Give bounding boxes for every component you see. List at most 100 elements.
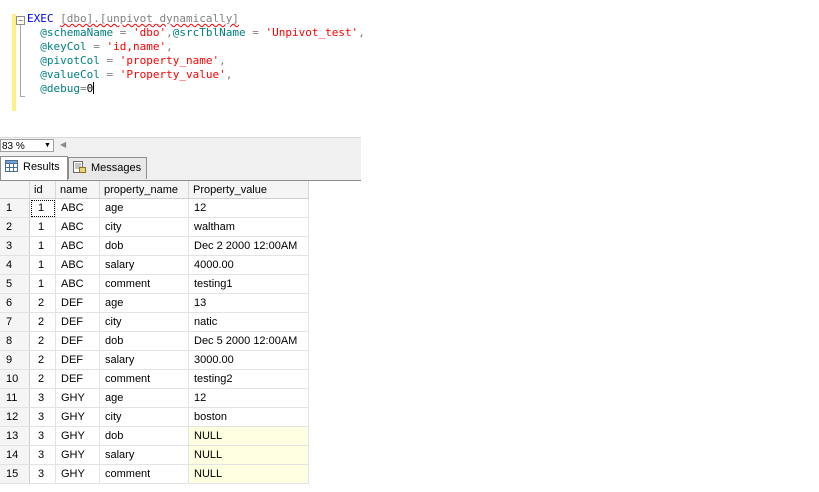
row-number-cell[interactable]: 8 [0, 331, 30, 351]
cell-name[interactable]: DEF [55, 312, 100, 332]
cell-property-name[interactable]: salary [99, 350, 189, 370]
cell-name[interactable]: GHY [55, 407, 100, 427]
table-row[interactable]: 7 2 DEF city natic [0, 312, 309, 332]
cell-property-name[interactable]: city [99, 217, 189, 237]
cell-name[interactable]: GHY [55, 445, 100, 465]
cell-id[interactable]: 1 [29, 255, 56, 275]
cell-name[interactable]: GHY [55, 388, 100, 408]
cell-property-value[interactable]: Dec 2 2000 12:00AM [188, 236, 309, 256]
cell-id[interactable]: 3 [29, 445, 56, 465]
cell-id[interactable]: 1 [29, 217, 56, 237]
cell-name[interactable]: ABC [55, 236, 100, 256]
cell-property-value[interactable]: waltham [188, 217, 309, 237]
table-row[interactable]: 10 2 DEF comment testing2 [0, 369, 309, 389]
cell-name[interactable]: GHY [55, 464, 100, 484]
cell-property-value[interactable]: testing1 [188, 274, 309, 294]
table-row[interactable]: 11 3 GHY age 12 [0, 388, 309, 408]
column-header-property-value[interactable]: Property_value [188, 181, 309, 199]
cell-name[interactable]: ABC [55, 255, 100, 275]
cell-id[interactable]: 3 [29, 407, 56, 427]
row-number-cell[interactable]: 15 [0, 464, 30, 484]
cell-property-name[interactable]: comment [99, 464, 189, 484]
cell-id[interactable]: 1 [29, 274, 56, 294]
table-row[interactable]: 14 3 GHY salary NULL [0, 445, 309, 465]
cell-id[interactable]: 3 [29, 388, 56, 408]
row-number-cell[interactable]: 5 [0, 274, 30, 294]
row-number-cell[interactable]: 13 [0, 426, 30, 446]
tab-results[interactable]: Results [0, 156, 68, 180]
cell-property-name[interactable]: age [99, 293, 189, 313]
cell-id[interactable]: 2 [29, 331, 56, 351]
cell-property-value[interactable]: natic [188, 312, 309, 332]
query-editor[interactable]: − EXEC [dbo].[unpivot_dynamically] @sche… [0, 0, 819, 137]
row-number-header[interactable] [0, 181, 30, 199]
cell-id[interactable]: 3 [29, 426, 56, 446]
cell-property-name[interactable]: dob [99, 236, 189, 256]
row-number-cell[interactable]: 12 [0, 407, 30, 427]
table-row[interactable]: 4 1 ABC salary 4000.00 [0, 255, 309, 275]
column-header-name[interactable]: name [55, 181, 100, 199]
cell-property-name[interactable]: age [99, 198, 189, 218]
cell-property-value[interactable]: 12 [188, 388, 309, 408]
row-number-cell[interactable]: 3 [0, 236, 30, 256]
table-row[interactable]: 1 1 ABC age 12 [0, 198, 309, 218]
cell-name[interactable]: DEF [55, 293, 100, 313]
cell-property-value[interactable]: NULL [188, 464, 309, 484]
cell-id[interactable]: 1 [29, 236, 56, 256]
cell-property-value[interactable]: 13 [188, 293, 309, 313]
cell-property-name[interactable]: salary [99, 445, 189, 465]
cell-property-name[interactable]: dob [99, 331, 189, 351]
collapse-toggle-icon[interactable]: − [16, 16, 25, 25]
cell-id[interactable]: 2 [29, 369, 56, 389]
table-row[interactable]: 5 1 ABC comment testing1 [0, 274, 309, 294]
cell-property-value[interactable]: NULL [188, 426, 309, 446]
cell-id[interactable]: 2 [29, 350, 56, 370]
table-row[interactable]: 9 2 DEF salary 3000.00 [0, 350, 309, 370]
tab-messages[interactable]: Messages [68, 157, 147, 179]
cell-id[interactable]: 1 [29, 198, 56, 218]
cell-property-value[interactable]: 4000.00 [188, 255, 309, 275]
cell-property-value[interactable]: NULL [188, 445, 309, 465]
row-number-cell[interactable]: 7 [0, 312, 30, 332]
cell-name[interactable]: GHY [55, 426, 100, 446]
column-header-property-name[interactable]: property_name [99, 181, 189, 199]
row-number-cell[interactable]: 2 [0, 217, 30, 237]
cell-property-value[interactable]: boston [188, 407, 309, 427]
cell-property-name[interactable]: comment [99, 369, 189, 389]
row-number-cell[interactable]: 6 [0, 293, 30, 313]
cell-property-value[interactable]: 12 [188, 198, 309, 218]
cell-name[interactable]: DEF [55, 331, 100, 351]
cell-name[interactable]: ABC [55, 274, 100, 294]
table-row[interactable]: 3 1 ABC dob Dec 2 2000 12:00AM [0, 236, 309, 256]
cell-name[interactable]: ABC [55, 198, 100, 218]
cell-property-name[interactable]: comment [99, 274, 189, 294]
row-number-cell[interactable]: 1 [0, 198, 30, 218]
cell-property-name[interactable]: city [99, 407, 189, 427]
sql-code[interactable]: EXEC [dbo].[unpivot_dynamically] @schema… [27, 12, 365, 96]
row-number-cell[interactable]: 14 [0, 445, 30, 465]
horizontal-scrollbar[interactable] [70, 141, 361, 150]
table-row[interactable]: 13 3 GHY dob NULL [0, 426, 309, 446]
table-row[interactable]: 2 1 ABC city waltham [0, 217, 309, 237]
cell-property-name[interactable]: age [99, 388, 189, 408]
dropdown-arrow-icon[interactable]: ▼ [44, 142, 51, 149]
row-number-cell[interactable]: 11 [0, 388, 30, 408]
cell-property-name[interactable]: salary [99, 255, 189, 275]
cell-name[interactable]: DEF [55, 350, 100, 370]
table-row[interactable]: 15 3 GHY comment NULL [0, 464, 309, 484]
table-row[interactable]: 6 2 DEF age 13 [0, 293, 309, 313]
cell-name[interactable]: ABC [55, 217, 100, 237]
cell-property-name[interactable]: dob [99, 426, 189, 446]
scroll-left-icon[interactable]: ◀ [60, 140, 66, 149]
row-number-cell[interactable]: 9 [0, 350, 30, 370]
cell-name[interactable]: DEF [55, 369, 100, 389]
cell-id[interactable]: 2 [29, 312, 56, 332]
row-number-cell[interactable]: 10 [0, 369, 30, 389]
results-grid[interactable]: id name property_name Property_value 11A… [0, 181, 309, 484]
row-number-cell[interactable]: 4 [0, 255, 30, 275]
cell-id[interactable]: 3 [29, 464, 56, 484]
column-header-id[interactable]: id [29, 181, 56, 199]
cell-property-value[interactable]: testing2 [188, 369, 309, 389]
cell-property-value[interactable]: 3000.00 [188, 350, 309, 370]
table-row[interactable]: 8 2 DEF dob Dec 5 2000 12:00AM [0, 331, 309, 351]
